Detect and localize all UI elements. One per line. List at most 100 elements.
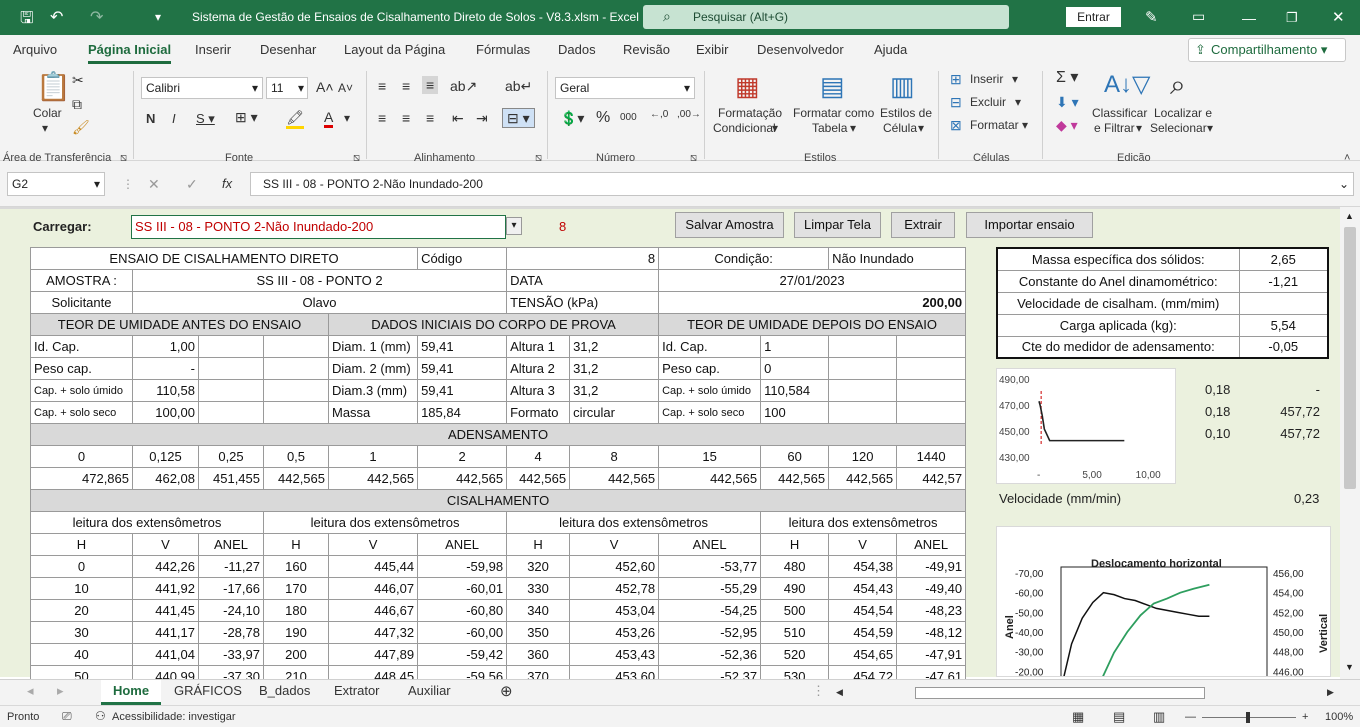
shear-cell[interactable]: 441,04 (132, 643, 199, 666)
amostra-value[interactable]: SS III - 08 - PONTO 2 (131, 269, 508, 292)
field-value[interactable] (896, 335, 967, 358)
wrap-text-icon[interactable]: ab↵ (505, 79, 532, 93)
shear-cell[interactable]: -60,80 (417, 599, 508, 622)
shear-cell[interactable]: 180 (263, 599, 329, 622)
hscroll-left-icon[interactable]: ◀ (836, 687, 843, 698)
sheet-tab-auxiliar[interactable]: Auxiliar (408, 683, 451, 698)
adensamento-value[interactable]: 442,565 (828, 467, 898, 490)
fill-icon[interactable]: ⬇ ▾ (1056, 95, 1079, 109)
redo-icon[interactable]: ↷ (90, 7, 103, 27)
sign-in-button[interactable]: Entrar (1066, 7, 1121, 27)
tab-inserir[interactable]: Inserir (195, 42, 231, 57)
tab-revisao[interactable]: Revisão (623, 42, 670, 57)
decrease-decimal-icon[interactable]: ,00→ (677, 110, 701, 120)
shear-cell[interactable]: 454,43 (828, 577, 898, 600)
shear-cell[interactable]: 453,04 (569, 599, 660, 622)
shear-cell[interactable]: 454,54 (828, 599, 898, 622)
hscroll-thumb[interactable] (915, 687, 1205, 699)
sort-filter-label-1[interactable]: Classificar (1092, 106, 1147, 120)
macro-record-icon[interactable]: ⎚ (62, 709, 72, 724)
field-value[interactable]: - (132, 357, 199, 380)
adensamento-value[interactable]: 451,455 (198, 467, 264, 490)
number-format-select[interactable]: Geral ▾ (555, 77, 695, 99)
scroll-down-icon[interactable]: ▼ (1345, 662, 1354, 672)
orientation-icon[interactable]: ab↗ (450, 79, 477, 93)
field-value[interactable]: 1 (760, 335, 830, 358)
sheet-tab-b-dados[interactable]: B_dados (259, 683, 310, 698)
field-value[interactable] (896, 357, 967, 380)
prev-sheet-icon[interactable]: ◂ (27, 683, 34, 699)
field-value[interactable] (198, 357, 264, 380)
carregar-combobox[interactable]: SS III - 08 - PONTO 2-Não Inundado-200 (131, 215, 506, 239)
shear-cell[interactable]: -60,01 (417, 577, 508, 600)
paste-label[interactable]: Colar (33, 106, 62, 120)
zoom-in-icon[interactable]: + (1302, 711, 1308, 723)
zoom-out-icon[interactable]: — (1185, 711, 1196, 723)
shear-cell[interactable]: 0 (30, 555, 133, 578)
salvar-amostra-button[interactable]: Salvar Amostra (675, 212, 784, 238)
sheet-tab-graficos[interactable]: GRÁFICOS (174, 683, 242, 698)
shear-cell[interactable]: 510 (760, 621, 830, 644)
shear-cell[interactable]: -48,23 (896, 599, 967, 622)
tab-pagina-inicial[interactable]: Página Inicial (88, 42, 172, 64)
sheet-tab-extrator[interactable]: Extrator (334, 683, 380, 698)
shear-cell[interactable]: 447,32 (327, 621, 419, 644)
confirm-entry-icon[interactable]: ✓ (186, 176, 198, 193)
cell-styles-label-2[interactable]: Célula (883, 121, 917, 135)
solicitante-value[interactable]: Olavo (131, 291, 508, 314)
parametro-value[interactable] (1238, 291, 1329, 315)
next-sheet-icon[interactable]: ▸ (57, 683, 64, 699)
conditional-format-icon[interactable]: ▦ (735, 73, 760, 99)
tab-ajuda[interactable]: Ajuda (874, 42, 907, 57)
sheet-tab-home[interactable]: Home (101, 680, 161, 705)
formula-input[interactable]: SS III - 08 - PONTO 2-Não Inundado-200 ⌄ (250, 172, 1354, 196)
combobox-dropdown-icon[interactable]: ▾ (506, 217, 522, 235)
adensamento-value[interactable]: 442,565 (263, 467, 329, 490)
restore-icon[interactable]: ❐ (1286, 10, 1298, 26)
thousands-icon[interactable]: 000 (620, 113, 637, 123)
shear-cell[interactable]: -17,66 (198, 577, 264, 600)
align-bottom-icon[interactable]: ≡ (422, 76, 439, 94)
field-value[interactable]: 110,584 (760, 379, 830, 402)
customize-toolbar-icon[interactable]: ▾ (155, 10, 161, 24)
field-value[interactable]: 1,00 (132, 335, 199, 358)
field-value[interactable] (263, 335, 329, 358)
parametro-value[interactable]: -1,21 (1238, 269, 1329, 293)
shear-cell[interactable]: 453,43 (569, 643, 660, 666)
vertical-scrollbar[interactable]: ▲ ▼ (1340, 207, 1360, 679)
tab-desenhar[interactable]: Desenhar (260, 42, 316, 57)
zoom-slider-thumb[interactable] (1246, 712, 1250, 723)
tab-layout[interactable]: Layout da Página (344, 42, 445, 57)
shear-cell[interactable]: -49,40 (896, 577, 967, 600)
field-value[interactable] (198, 335, 264, 358)
field-value[interactable] (198, 379, 264, 402)
cell-styles-label-1[interactable]: Estilos de (880, 106, 932, 120)
shear-cell[interactable]: 30 (30, 621, 133, 644)
shear-cell[interactable]: 452,78 (569, 577, 660, 600)
tab-arquivo[interactable]: Arquivo (13, 42, 57, 57)
format-cells-label[interactable]: Formatar (970, 118, 1019, 132)
field-value[interactable]: 100,00 (132, 401, 199, 424)
adensamento-chart-frame[interactable]: 490,00 470,00 450,00 430,00- 5,00 10,00 (996, 368, 1176, 484)
field-value[interactable]: 31,2 (569, 379, 660, 402)
shear-cell[interactable]: -59,98 (417, 555, 508, 578)
deslocamento-chart-frame[interactable]: Deslocamento horizontal -70,00 -60,00 -50,0… (996, 526, 1331, 677)
italic-icon[interactable]: I (172, 111, 176, 126)
align-top-icon[interactable]: ≡ (378, 79, 386, 93)
shear-cell[interactable]: 320 (506, 555, 571, 578)
shear-cell[interactable]: -33,97 (198, 643, 264, 666)
shear-cell[interactable]: 170 (263, 577, 329, 600)
shear-cell[interactable]: 490 (760, 577, 830, 600)
field-value[interactable]: 185,84 (417, 401, 508, 424)
format-table-label-1[interactable]: Formatar como (793, 106, 874, 120)
scroll-thumb[interactable] (1344, 227, 1356, 489)
minimize-icon[interactable]: — (1242, 10, 1256, 26)
adensamento-value[interactable]: 442,565 (760, 467, 830, 490)
share-button[interactable]: ⇪ Compartilhamento ▾ (1188, 38, 1346, 62)
shear-cell[interactable]: -60,00 (417, 621, 508, 644)
accessibility-icon[interactable]: ⚇ (95, 709, 106, 723)
paste-icon[interactable]: 📋 (36, 73, 71, 101)
shear-cell[interactable]: 445,44 (327, 555, 419, 578)
condicao-value[interactable]: Não Inundado (828, 247, 967, 270)
decrease-font-icon[interactable]: A˅ (338, 81, 353, 95)
